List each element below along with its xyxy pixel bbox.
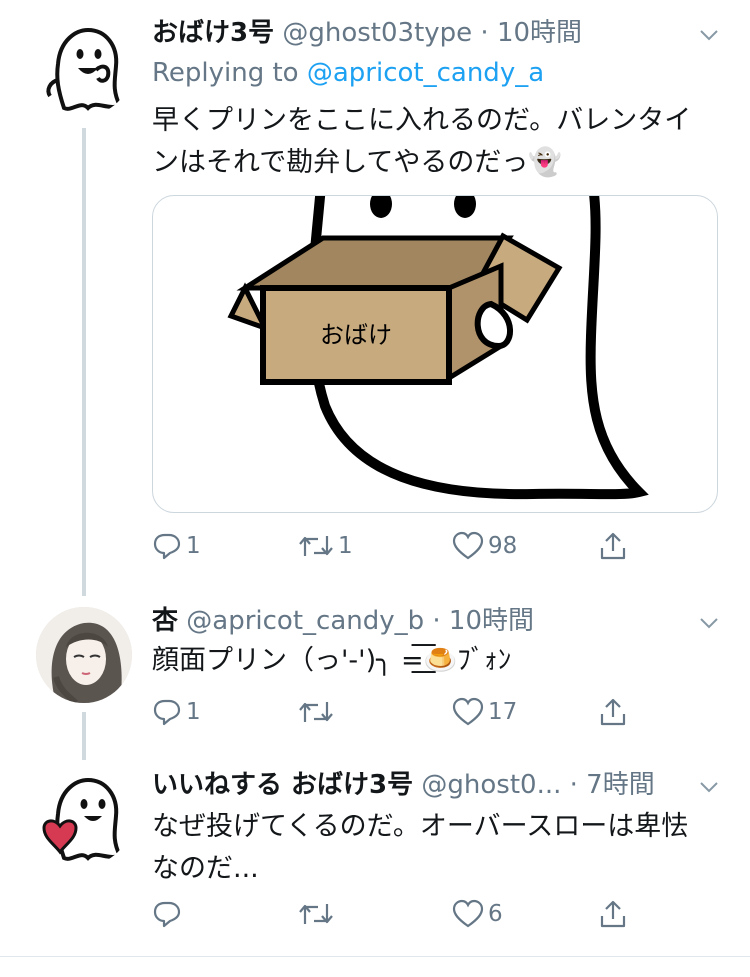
timestamp[interactable]: · 10時間: [480, 18, 582, 48]
tweet-actions: 1 17: [152, 692, 672, 732]
replying-label: Replying to: [152, 58, 299, 88]
heart-icon: [452, 531, 484, 560]
share-button[interactable]: [598, 692, 628, 732]
share-icon: [600, 900, 626, 928]
reply-button[interactable]: 1: [152, 526, 201, 566]
replying-to: Replying to @apricot_candy_a: [152, 56, 544, 90]
timestamp[interactable]: · 10時間: [432, 606, 534, 636]
display-name[interactable]: 杏: [152, 606, 178, 636]
timeline-divider: [0, 956, 750, 957]
reply-icon: [153, 901, 181, 928]
tweet-header: 杏 @apricot_candy_b · 10時間: [152, 604, 534, 638]
tweet-header: おばけ3号 @ghost03type · 10時間: [152, 16, 582, 50]
share-button[interactable]: [598, 894, 628, 934]
tweet-text-line: 早くプリンをここに入れるのだ。バレンタイ: [152, 105, 692, 136]
tweet-actions: 1 1 98: [152, 526, 672, 566]
reply-count: 1: [186, 699, 201, 725]
reply-button[interactable]: 1: [152, 692, 201, 732]
like-count: 98: [488, 533, 518, 559]
retweet-icon: [299, 702, 333, 722]
like-button[interactable]: 17: [452, 692, 517, 732]
heart-icon: [452, 697, 484, 726]
retweet-icon: [299, 904, 333, 924]
chevron-down-icon[interactable]: [698, 24, 720, 46]
tweet-image[interactable]: おばけ: [152, 195, 718, 513]
display-name[interactable]: おばけ3号: [152, 18, 274, 48]
tweet-text-line: 顔面プリン（っ'-')╮ =͟͟͞͞🍮ﾌﾞｫﾝ: [152, 645, 512, 676]
like-count: 6: [488, 901, 503, 927]
thread-line: [82, 128, 86, 596]
tweet-actions: 6: [152, 894, 672, 934]
retweet-button[interactable]: 1: [298, 526, 353, 566]
tweet-text: 顔面プリン（っ'-')╮ =͟͟͞͞🍮ﾌﾞｫﾝ: [152, 640, 732, 682]
user-handle[interactable]: @ghost03type: [282, 18, 472, 48]
chevron-down-icon[interactable]: [698, 776, 720, 798]
tweet-text-line: ンはそれで勘弁してやるのだっ👻: [152, 147, 562, 178]
ghost-with-box-illustration: おばけ: [227, 196, 649, 500]
retweet-icon: [299, 536, 333, 556]
reply-icon: [153, 533, 181, 560]
retweet-count: 1: [338, 533, 353, 559]
heart-icon: [452, 899, 484, 928]
like-count: 17: [488, 699, 518, 725]
reply-button[interactable]: [152, 894, 186, 934]
ghost-avatar[interactable]: [36, 20, 132, 116]
like-button[interactable]: 6: [452, 894, 503, 934]
retweet-button[interactable]: [298, 692, 338, 732]
ghost-avatar[interactable]: [36, 770, 132, 866]
share-icon: [600, 698, 626, 726]
replying-handle-link[interactable]: @apricot_candy_a: [307, 58, 544, 88]
user-avatar[interactable]: [36, 607, 132, 703]
user-handle[interactable]: @ghost0...: [421, 770, 561, 800]
display-name[interactable]: いいねする おばけ3号: [152, 770, 413, 800]
share-icon: [600, 532, 626, 560]
timestamp[interactable]: · 7時間: [570, 770, 655, 800]
tweet-text-line: なのだ...: [152, 853, 259, 884]
retweet-button[interactable]: [298, 894, 338, 934]
tweet-text-line: なぜ投げてくるのだ。オーバースローは卑怯: [152, 811, 689, 842]
tweet-text: なぜ投げてくるのだ。オーバースローは卑怯 なのだ...: [152, 806, 732, 890]
user-handle[interactable]: @apricot_candy_b: [186, 606, 424, 636]
chevron-down-icon[interactable]: [698, 612, 720, 634]
box-label: おばけ: [320, 321, 392, 349]
share-button[interactable]: [598, 526, 628, 566]
tweet-text: 早くプリンをここに入れるのだ。バレンタイ ンはそれで勘弁してやるのだっ👻: [152, 100, 732, 184]
like-button[interactable]: 98: [452, 526, 517, 566]
thread-line: [82, 712, 86, 760]
reply-count: 1: [186, 533, 201, 559]
reply-icon: [153, 699, 181, 726]
tweet-header: いいねする おばけ3号 @ghost0... · 7時間: [152, 768, 655, 802]
